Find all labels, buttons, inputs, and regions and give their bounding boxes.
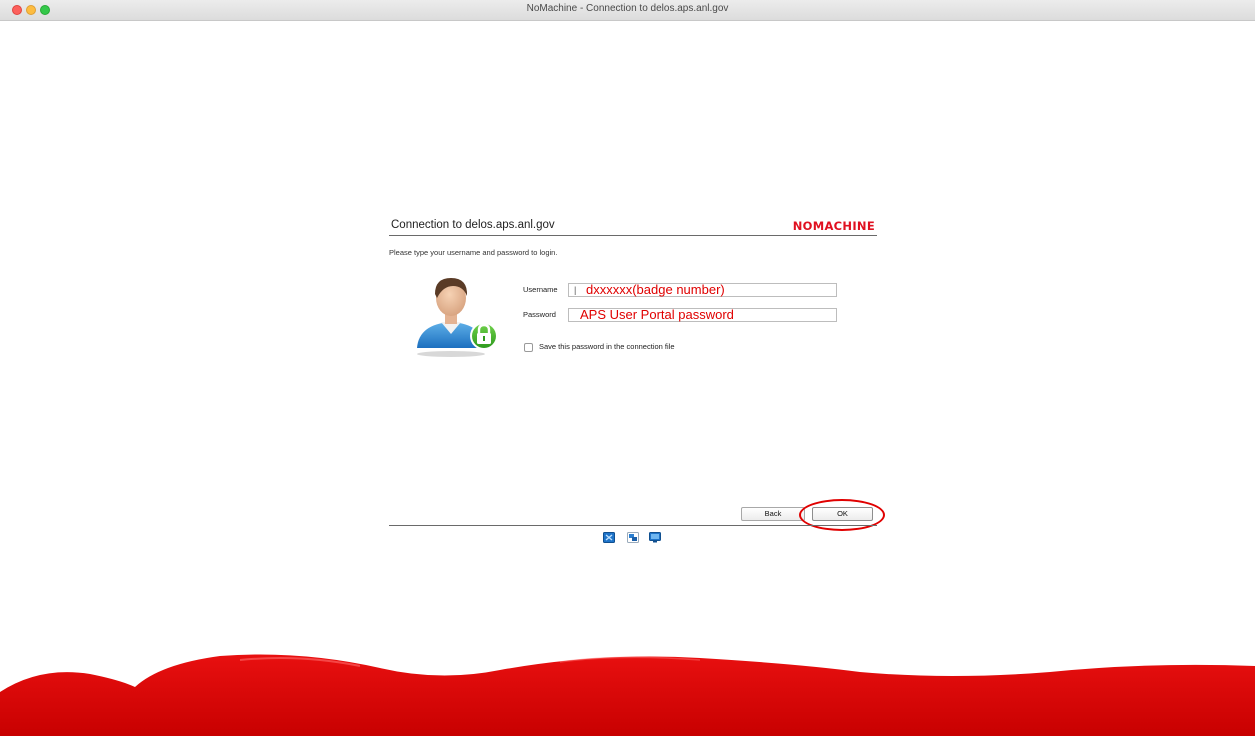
nomachine-red-wave xyxy=(0,654,1255,736)
password-field[interactable]: APS User Portal password xyxy=(568,307,837,322)
ok-highlight-circle xyxy=(799,499,885,531)
display-icon[interactable] xyxy=(627,532,639,543)
save-password-label[interactable]: Save this password in the connection fil… xyxy=(539,342,675,351)
connection-title: Connection to delos.aps.anl.gov xyxy=(391,219,555,231)
password-value: APS User Portal password xyxy=(580,307,734,322)
username-field[interactable]: | dxxxxxx(badge number) xyxy=(568,282,837,297)
settings-icon[interactable] xyxy=(603,532,615,543)
footer-divider xyxy=(389,525,877,526)
password-label: Password xyxy=(523,310,556,319)
header-divider xyxy=(389,235,877,236)
back-button[interactable]: Back xyxy=(741,507,805,521)
login-instructions: Please type your username and password t… xyxy=(389,248,558,257)
window-titlebar: NoMachine - Connection to delos.aps.anl.… xyxy=(0,0,1255,21)
username-value: dxxxxxx(badge number) xyxy=(586,282,725,297)
monitor-icon[interactable] xyxy=(649,532,661,543)
save-password-checkbox[interactable] xyxy=(524,343,533,352)
login-panel: Connection to delos.aps.anl.gov NOMACHIN… xyxy=(389,216,885,546)
nomachine-logo: NOMACHINE xyxy=(792,219,875,233)
user-avatar-icon xyxy=(417,278,498,357)
username-label: Username xyxy=(523,285,558,294)
text-caret: | xyxy=(574,285,577,295)
lock-icon xyxy=(470,322,498,350)
window-title: NoMachine - Connection to delos.aps.anl.… xyxy=(526,3,729,14)
